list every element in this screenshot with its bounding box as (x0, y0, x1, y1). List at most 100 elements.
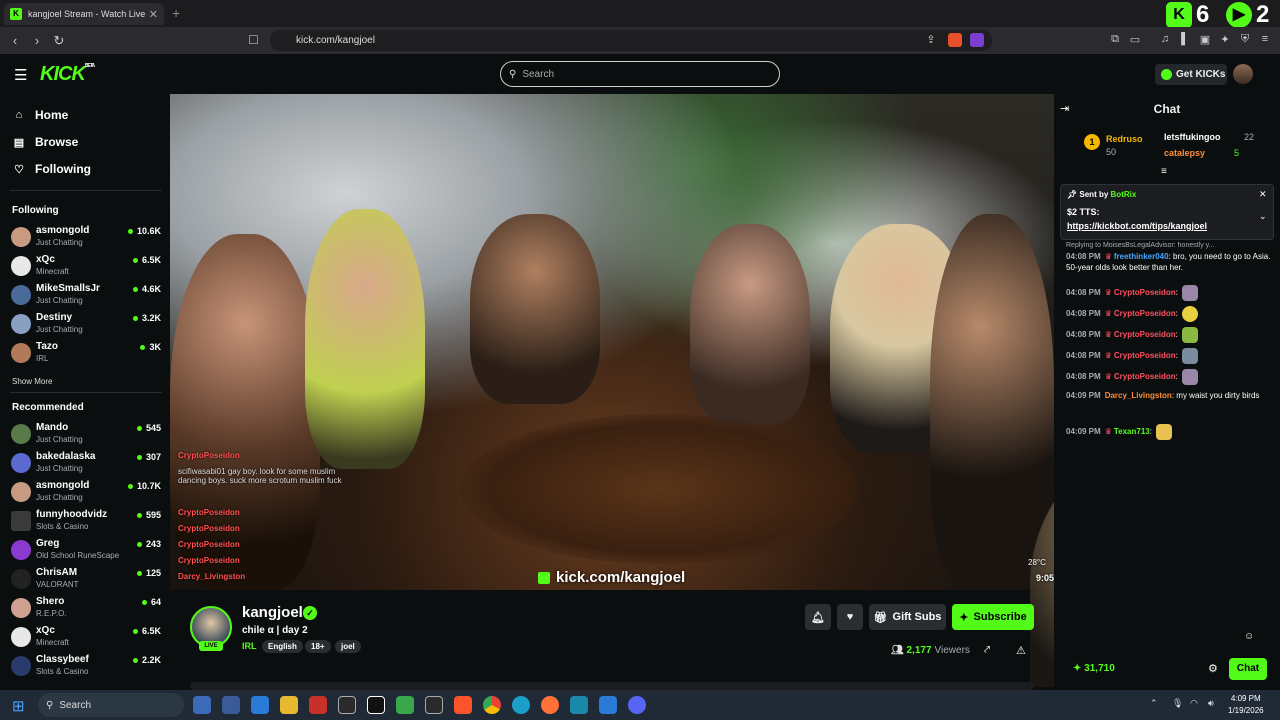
discord-icon[interactable] (628, 696, 646, 714)
app-icon[interactable] (338, 696, 356, 714)
channel-item[interactable]: funnyhoodvidz Slots & Casino 595 (11, 509, 161, 535)
channel-item[interactable]: Greg Old School RuneScape 243 (11, 538, 161, 564)
notification-bell-button[interactable]: 🔔︎ (805, 604, 831, 630)
channel-item[interactable]: Destiny Just Chatting 3.2K (11, 312, 161, 338)
microphone-icon[interactable]: 🎙︎ (1172, 698, 1183, 709)
share-icon[interactable]: ⤤ (984, 644, 990, 657)
streamer-name[interactable]: kangjoel (242, 604, 303, 621)
chat-message[interactable]: 04:08 PM ♛ CryptoPoseidon: (1066, 327, 1272, 343)
get-kicks-button[interactable]: Get KICKs (1155, 64, 1227, 85)
follow-button[interactable]: ♥ (837, 604, 863, 630)
close-tab-icon[interactable]: ✕ (149, 8, 158, 21)
sidebar-item-following[interactable]: ♡ Following (12, 162, 91, 176)
gift-subs-button[interactable]: 🎁︎ Gift Subs (869, 604, 946, 630)
pinned-text: $2 TTS: (1067, 207, 1100, 217)
channel-item[interactable]: Mando Just Chatting 545 (11, 422, 161, 448)
reader-icon[interactable]: ▭ (1128, 33, 1142, 47)
volume-icon[interactable]: 🔊︎ (1208, 698, 1214, 709)
show-hidden-icons-icon[interactable]: ⌃ (1150, 698, 1158, 709)
media-icon[interactable]: ♫ (1158, 33, 1172, 47)
brave-browser-icon[interactable] (454, 696, 472, 714)
extensions-icon[interactable]: ⧉ (1108, 33, 1122, 47)
app-icon[interactable] (570, 696, 588, 714)
overlay-chat-message: scifiwasabi01 gay boy. look for some mus… (178, 467, 342, 485)
vpn-icon[interactable]: ⛨ (1238, 33, 1252, 47)
windows-start-icon[interactable]: ⊞ (12, 697, 25, 715)
channel-item[interactable]: MikeSmallsJr Just Chatting 4.6K (11, 283, 161, 309)
chat-message[interactable]: 04:08 PM ♛ CryptoPoseidon: (1066, 306, 1272, 322)
channel-item[interactable]: Tazo IRL 3K (11, 341, 161, 367)
channel-points[interactable]: ✦ 31,710 (1073, 663, 1115, 674)
back-icon[interactable]: ‹ (4, 33, 26, 48)
app-icon[interactable] (367, 696, 385, 714)
channel-item[interactable]: asmongold Just Chatting 10.7K (11, 480, 161, 506)
new-tab-icon[interactable]: + (172, 5, 180, 21)
leader-name[interactable]: Redruso (1106, 134, 1143, 144)
browser-tab[interactable]: K kangjoel Stream - Watch Live ✕ (4, 3, 164, 25)
app-icon[interactable] (222, 696, 240, 714)
leader-name[interactable]: catalepsy (1164, 148, 1205, 158)
tag-mature[interactable]: 18+ (305, 640, 331, 653)
channel-item[interactable]: xQc Minecraft 6.5K (11, 254, 161, 280)
search-input[interactable]: ⚲ Search (500, 61, 780, 87)
user-avatar[interactable] (1233, 64, 1253, 84)
chat-message[interactable]: 04:08 PM ♛ freethinker040: bro, you need t… (1066, 251, 1272, 273)
tag-language[interactable]: English (262, 640, 303, 653)
send-chat-button[interactable]: Chat (1229, 658, 1267, 680)
sidebar-item-browse[interactable]: ▤ Browse (12, 135, 79, 149)
brave-shield-icon[interactable] (948, 33, 962, 47)
sidebar-item-home[interactable]: ⌂ Home (12, 108, 69, 122)
kick-logo[interactable]: KICKBETA (40, 63, 95, 86)
pinned-message[interactable]: 📌︎ Sent by BotRix $2 TTS: https://kickbo… (1060, 184, 1274, 240)
stream-category[interactable]: IRL (242, 641, 257, 651)
chevron-down-icon[interactable]: ⌄ (1259, 211, 1267, 222)
show-more-link[interactable]: Show More (12, 377, 52, 386)
chat-message[interactable]: 04:08 PM ♛ CryptoPoseidon: (1066, 348, 1272, 364)
channel-item[interactable]: Shero R.E.P.O. 64 (11, 596, 161, 622)
share-icon[interactable]: ⇪ (924, 33, 938, 47)
emote-picker-icon[interactable]: ☺ (1244, 631, 1254, 642)
firefox-icon[interactable] (541, 696, 559, 714)
settings-gear-icon[interactable]: ⚙ (1208, 662, 1218, 675)
leo-icon[interactable]: ✦ (1218, 33, 1232, 47)
sidebar-toggle-icon[interactable]: ▌ (1178, 33, 1192, 47)
chat-message[interactable]: 04:08 PM ♛ CryptoPoseidon: (1066, 369, 1272, 385)
menu-icon[interactable]: ≡ (1258, 33, 1272, 47)
unpin-icon[interactable]: ✕ (1259, 189, 1267, 200)
channel-item[interactable]: bakedalaska Just Chatting 307 (11, 451, 161, 477)
channel-item[interactable]: asmongold Just Chatting 10.6K (11, 225, 161, 251)
chat-message[interactable]: 04:08 PM ♛ CryptoPoseidon: (1066, 285, 1272, 301)
hamburger-menu-icon[interactable]: ☰ (14, 66, 27, 84)
vscode-icon[interactable] (599, 696, 617, 714)
app-icon[interactable] (425, 696, 443, 714)
tag-custom[interactable]: joel (335, 640, 361, 653)
subscribe-button[interactable]: ✦ Subscribe (952, 604, 1034, 630)
leader-name[interactable]: letsffukingoo (1164, 132, 1221, 142)
report-icon[interactable]: ⚠ (1016, 644, 1026, 657)
wifi-icon[interactable]: ◠ (1190, 698, 1198, 709)
task-view-icon[interactable] (193, 696, 211, 714)
expand-leaderboard-icon[interactable]: ≡ (1161, 166, 1167, 177)
edge-icon[interactable] (512, 696, 530, 714)
chat-message[interactable]: 04:09 PM Darcy_Livingston: my waist you d… (1066, 390, 1272, 401)
clock[interactable]: 4:09 PM 1/19/2026 (1228, 693, 1264, 717)
taskbar-search[interactable]: ⚲ Search (38, 693, 184, 717)
brave-rewards-icon[interactable] (970, 33, 984, 47)
channel-item[interactable]: ChrisAM VALORANT 125 (11, 567, 161, 593)
channel-item[interactable]: Classybeef Slots & Casino 2.2K (11, 654, 161, 680)
chat-message[interactable]: 04:09 PM ♛ Texan713: (1066, 424, 1272, 440)
app-icon[interactable] (309, 696, 327, 714)
reload-icon[interactable]: ↻ (48, 33, 70, 49)
wallet-icon[interactable]: ▣ (1198, 33, 1212, 47)
forward-icon[interactable]: › (26, 33, 48, 48)
video-player[interactable]: CryptoPoseidon scifiwasabi01 gay boy. lo… (170, 94, 1054, 590)
app-icon[interactable] (396, 696, 414, 714)
bookmark-icon[interactable]: ☐ (248, 33, 259, 47)
file-explorer-icon[interactable] (280, 696, 298, 714)
app-icon[interactable] (251, 696, 269, 714)
kick-header: ☰ KICKBETA ⚲ Search (0, 54, 1280, 94)
address-bar[interactable]: kick.com/kangjoel (270, 30, 992, 51)
chrome-icon[interactable] (483, 696, 501, 714)
channel-item[interactable]: xQc Minecraft 6.5K (11, 625, 161, 651)
pinned-link[interactable]: https://kickbot.com/tips/kangjoel (1067, 221, 1207, 231)
